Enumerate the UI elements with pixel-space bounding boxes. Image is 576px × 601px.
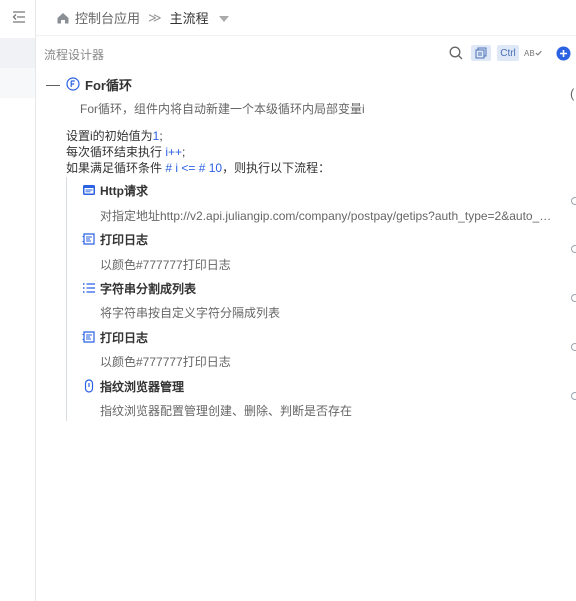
list-icon <box>83 283 95 293</box>
loop-icon <box>66 77 80 91</box>
for-loop-node[interactable]: — For循环 <box>46 75 132 93</box>
step-anchor-dot <box>571 343 576 351</box>
loop-while-condition: 如果满足循环条件 # i <= # 10，则执行以下流程： <box>66 159 330 176</box>
breadcrumb: 控制台应用 ≫ 主流程 <box>36 0 576 36</box>
loop-step-condition: 每次循环结束执行 i++; <box>66 143 185 160</box>
step-title: 指纹浏览器管理 <box>100 379 185 394</box>
step-fingerprint-browser[interactable]: 指纹浏览器管理 <box>82 378 184 394</box>
designer-title: 流程设计器 <box>44 48 105 62</box>
step-description: 对指定地址http://v2.api.juliangip.com/company… <box>100 209 552 223</box>
step-anchor-dot <box>571 197 576 205</box>
step-print-log[interactable]: 打印日志 <box>82 329 148 345</box>
collapse-menu-icon[interactable] <box>11 9 27 25</box>
print-log-icon <box>82 233 95 245</box>
step-anchor-dot <box>571 294 576 302</box>
condition-text: 设置i的初始值为 <box>66 129 153 143</box>
ctrl-toggle[interactable]: Ctrl <box>497 45 519 61</box>
loop-body-guide <box>66 177 67 421</box>
step-description: 以颜色#777777打印日志 <box>100 355 231 369</box>
fingerprint-icon <box>84 379 94 393</box>
home-icon[interactable] <box>56 11 70 25</box>
collapse-node-icon[interactable]: — <box>46 77 60 91</box>
condition-text: ; <box>159 129 163 143</box>
step-anchor-dot <box>571 392 576 400</box>
rail-item[interactable] <box>0 68 35 98</box>
rail-item-active[interactable] <box>0 38 35 68</box>
breadcrumb-parent[interactable]: 控制台应用 <box>75 8 140 27</box>
condition-text: 每次循环结束执行 <box>66 145 166 159</box>
step-description: 以颜色#777777打印日志 <box>100 258 231 272</box>
spellcheck-icon[interactable]: AB <box>524 45 542 61</box>
step-title: Http请求 <box>100 183 148 198</box>
designer-toolbar: 流程设计器 Ctrl AB <box>36 36 576 70</box>
step-title: 字符串分割成列表 <box>100 281 197 296</box>
condition-value[interactable]: i++ <box>165 145 182 159</box>
loop-init-condition: 设置i的初始值为1; <box>66 127 163 144</box>
search-icon[interactable] <box>448 45 464 61</box>
step-print-log[interactable]: 打印日志 <box>82 231 148 247</box>
chevron-down-icon[interactable] <box>218 15 229 22</box>
step-http-request[interactable]: Http请求 <box>82 182 148 198</box>
breadcrumb-current[interactable]: 主流程 <box>170 8 209 27</box>
step-split-string[interactable]: 字符串分割成列表 <box>82 280 196 296</box>
for-loop-description: For循环，组件内将自动新建一个本级循环内局部变量i <box>80 102 365 116</box>
condition-text: ; <box>182 145 186 159</box>
condition-expression[interactable]: # i <= # 10 <box>165 161 222 175</box>
for-loop-title: For循环 <box>85 77 132 93</box>
step-anchor-dot <box>571 245 576 253</box>
step-description: 指纹浏览器配置管理创建、删除、判断是否存在 <box>100 404 353 418</box>
side-handle-icon[interactable]: ( <box>570 86 574 101</box>
breadcrumb-separator: ≫ <box>148 9 162 25</box>
step-title: 打印日志 <box>100 232 149 247</box>
step-description: 将字符串按自定义字符分隔成列表 <box>100 306 281 320</box>
print-log-icon <box>82 331 95 343</box>
left-rail <box>0 0 36 601</box>
copy-icon[interactable] <box>471 45 491 61</box>
http-request-icon <box>83 185 95 195</box>
condition-text: ，则执行以下流程： <box>222 161 331 175</box>
app-window: 控制台应用 ≫ 主流程 流程设计器 Ctrl AB ( — For循环 For循… <box>0 0 576 601</box>
step-title: 打印日志 <box>100 330 149 345</box>
add-icon[interactable] <box>555 45 571 61</box>
condition-text: 如果满足循环条件 <box>66 161 166 175</box>
spellcheck-label: AB <box>524 48 535 58</box>
